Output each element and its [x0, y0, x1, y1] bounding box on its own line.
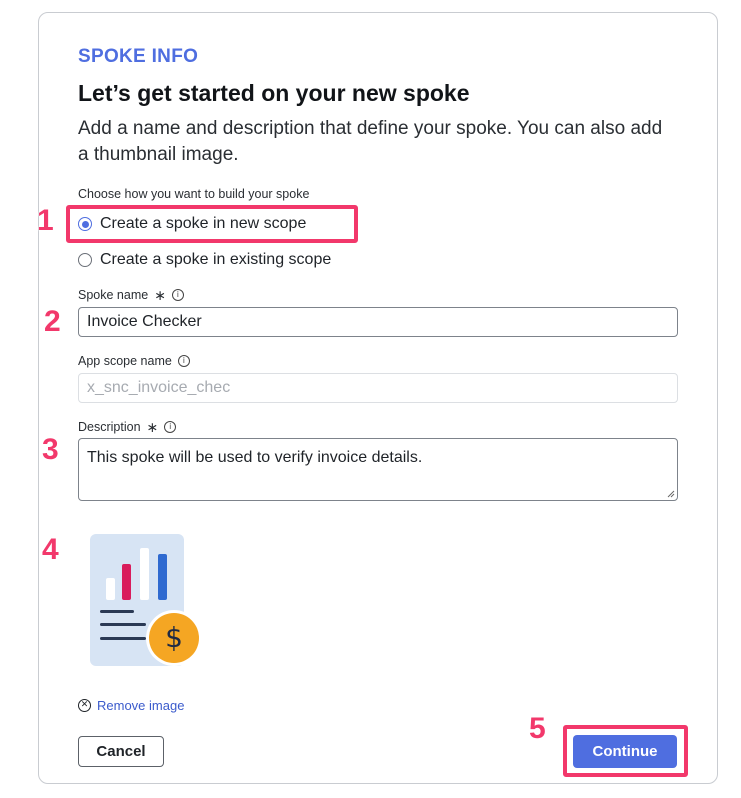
- close-circle-icon[interactable]: ✕: [78, 699, 91, 712]
- svg-text:$: $: [165, 621, 183, 654]
- step-marker-3: 3: [42, 433, 59, 466]
- page-title: Let’s get started on your new spoke: [78, 80, 470, 106]
- step-marker-1: 1: [37, 204, 54, 237]
- radio-button-unchecked[interactable]: [78, 253, 92, 267]
- info-icon[interactable]: i: [171, 289, 184, 301]
- description-label: Description ∗ i: [78, 419, 177, 435]
- build-choice-label: Choose how you want to build your spoke: [78, 187, 310, 201]
- cancel-button[interactable]: Cancel: [78, 736, 164, 767]
- section-eyebrow: SPOKE INFO: [78, 46, 199, 67]
- radio-label-existing-scope: Create a spoke in existing scope: [100, 251, 332, 268]
- app-scope-label: App scope name i: [78, 354, 190, 368]
- radio-existing-scope[interactable]: Create a spoke in existing scope: [78, 251, 331, 269]
- page-subtitle: Add a name and description that define y…: [78, 118, 663, 165]
- app-scope-input: x_snc_invoice_chec: [78, 373, 678, 403]
- highlight-step-5: [563, 725, 688, 777]
- remove-image-label: Remove image: [97, 698, 185, 713]
- step-marker-2: 2: [44, 305, 61, 338]
- info-icon[interactable]: i: [164, 421, 177, 433]
- remove-image-link[interactable]: ✕ Remove image: [78, 698, 184, 713]
- highlight-step-1: [66, 205, 358, 243]
- description-text: This spoke will be used to verify invoic…: [87, 449, 423, 466]
- spoke-name-label: Spoke name ∗ i: [78, 288, 184, 302]
- description-textarea[interactable]: This spoke will be used to verify invoic…: [78, 438, 678, 501]
- thumbnail-image: $: [90, 534, 202, 666]
- info-icon[interactable]: i: [177, 355, 190, 367]
- step-marker-5: 5: [529, 712, 546, 745]
- spoke-name-input[interactable]: Invoice Checker: [78, 307, 678, 337]
- step-marker-4: 4: [42, 533, 59, 566]
- resize-handle-icon[interactable]: [667, 490, 675, 498]
- required-icon: ∗: [154, 287, 166, 303]
- required-icon: ∗: [146, 419, 159, 435]
